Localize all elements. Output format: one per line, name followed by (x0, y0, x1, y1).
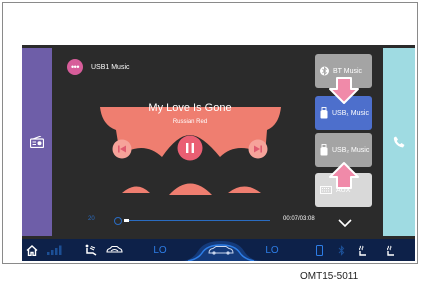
home-icon (26, 244, 38, 256)
arrow-up-to-usb2 (329, 162, 359, 189)
seat-heat-left[interactable] (356, 239, 370, 261)
seat-airflow-icon (85, 244, 97, 256)
bottom-bar: LO LO (22, 239, 415, 261)
seat-heat-icon (387, 245, 394, 256)
recirculation-button[interactable] (105, 239, 123, 261)
climate-center-button[interactable] (180, 239, 262, 261)
signal-icon (47, 245, 62, 255)
seat-airflow-button[interactable] (84, 239, 98, 261)
home-button[interactable] (22, 239, 42, 261)
signal-strength-indicator (42, 239, 70, 261)
bluetooth-status (334, 239, 348, 261)
phone-icon (393, 136, 405, 148)
phone-shortcut-panel[interactable] (383, 48, 415, 236)
smartphone-icon (315, 244, 323, 256)
right-temperature[interactable]: LO (258, 239, 286, 261)
chevron-down-icon[interactable] (338, 218, 352, 228)
bluetooth-icon (338, 244, 344, 256)
figure-caption: OMT15-5011 (300, 271, 359, 282)
arrow-down-to-usb1 (329, 77, 359, 104)
car-recirculation-icon (105, 245, 123, 253)
seat-heat-icon (359, 245, 366, 256)
callout-arrows (329, 77, 359, 189)
phone-status (312, 239, 326, 261)
seat-heat-right[interactable] (384, 239, 398, 261)
head-unit-screen: ••• USB1 Music My Love Is Gone Russian R… (22, 45, 415, 261)
figure-frame: ••• USB1 Music My Love Is Gone Russian R… (2, 2, 418, 264)
left-temperature[interactable]: LO (146, 239, 174, 261)
